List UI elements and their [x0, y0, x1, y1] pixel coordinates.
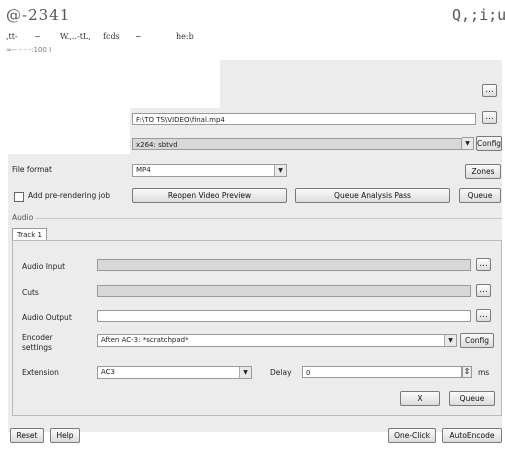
header-garbled-text-right: Q,;i;u	[452, 6, 505, 24]
browse-audio-output-button[interactable]: ...	[476, 309, 491, 322]
zones-button[interactable]: Zones	[465, 164, 501, 179]
browse-output-button[interactable]: ...	[482, 111, 497, 124]
extension-value: AC3	[101, 368, 116, 376]
audio-encoder-select[interactable]: Aften AC-3: *scratchpad* ▼	[97, 334, 457, 347]
audio-section-label: Audio	[12, 213, 34, 222]
encoder-settings-label-line1: Encoder	[22, 333, 53, 342]
encoder-settings-label-line2: settings	[22, 343, 52, 352]
header-garbled-text-left: @-2341	[6, 6, 71, 24]
video-config-button[interactable]: Config	[476, 136, 502, 151]
encoder-profile-select[interactable]: x264: sbtvd	[132, 138, 462, 150]
video-queue-button[interactable]: Queue	[459, 188, 501, 203]
audio-divider	[36, 218, 502, 219]
cuts-label: Cuts	[22, 288, 39, 297]
header-garbled-fragment: fcds	[103, 32, 120, 41]
header-garbled-fragment: he:b	[176, 32, 194, 41]
one-click-button[interactable]: One-Click	[388, 428, 436, 443]
audio-output-field[interactable]	[97, 310, 471, 322]
chevron-down-icon: ▼	[444, 335, 456, 346]
encoder-profile-dropdown[interactable]: ▼	[462, 137, 474, 150]
extension-label: Extension	[22, 368, 59, 377]
help-button[interactable]: Help	[50, 428, 80, 443]
remove-audio-button[interactable]: X	[400, 391, 440, 406]
chevron-down-icon: ▼	[239, 367, 251, 378]
delay-label: Delay	[270, 368, 292, 377]
reset-button[interactable]: Reset	[10, 428, 44, 443]
audio-input-field[interactable]	[97, 259, 471, 271]
file-format-select[interactable]: MP4 ▼	[132, 164, 287, 177]
header-garbled-fragment: ~	[135, 32, 142, 41]
browse-button[interactable]: ...	[482, 84, 497, 97]
prerender-checkbox[interactable]	[14, 192, 24, 202]
header-garbled-fragment: ,tt-	[6, 32, 18, 41]
queue-analysis-button[interactable]: Queue Analysis Pass	[295, 188, 450, 203]
audio-config-button[interactable]: Config	[460, 333, 494, 348]
ms-label: ms	[478, 368, 490, 377]
extension-select[interactable]: AC3 ▼	[97, 366, 252, 379]
browse-audio-input-button[interactable]: ...	[476, 258, 491, 271]
audio-queue-button[interactable]: Queue	[449, 391, 495, 406]
prerender-label: Add pre-rendering job	[28, 191, 111, 200]
header-garbled-fragment: ~	[34, 32, 41, 41]
file-format-label: File format	[12, 165, 52, 174]
audio-encoder-value: Aften AC-3: *scratchpad*	[101, 336, 189, 344]
delay-input[interactable]: 0	[302, 366, 462, 378]
chevron-down-icon: ▼	[462, 138, 473, 149]
reopen-preview-button[interactable]: Reopen Video Preview	[132, 188, 287, 203]
delay-spinner-icon[interactable]: ⇕	[462, 366, 472, 378]
audio-input-label: Audio Input	[22, 262, 66, 271]
header-garbled-fragment: ≈-- - - -:100 I	[6, 46, 52, 54]
browse-cuts-button[interactable]: ...	[476, 284, 491, 297]
autoencode-button[interactable]: AutoEncode	[442, 428, 502, 443]
output-path-input[interactable]: F:\TO TS\VIDEO\final.mp4	[132, 113, 476, 125]
audio-output-label: Audio Output	[22, 313, 72, 322]
cuts-field[interactable]	[97, 285, 471, 297]
header-garbled-fragment: W.,..-tL,	[60, 32, 91, 41]
video-panel-top	[220, 60, 502, 108]
chevron-down-icon: ▼	[274, 165, 286, 176]
file-format-value: MP4	[136, 166, 151, 174]
